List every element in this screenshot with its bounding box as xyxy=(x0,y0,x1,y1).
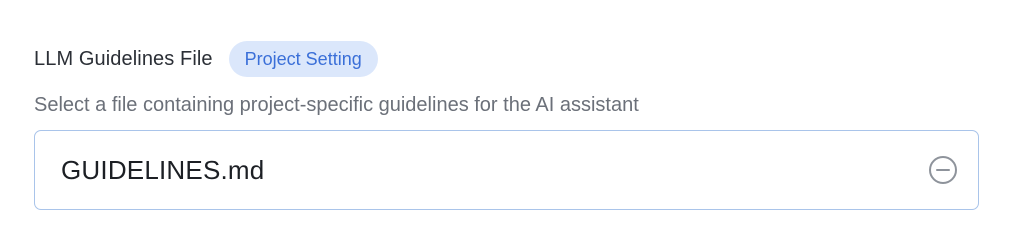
project-setting-badge: Project Setting xyxy=(228,41,378,77)
minus-circle-icon xyxy=(929,156,957,184)
setting-description: Select a file containing project-specifi… xyxy=(34,94,639,116)
setting-label: LLM Guidelines File xyxy=(34,47,213,70)
guidelines-file-field[interactable]: GUIDELINES.md xyxy=(34,130,979,210)
selected-file-name: GUIDELINES.md xyxy=(61,154,265,185)
setting-header: LLM Guidelines File Project Setting xyxy=(34,40,979,78)
clear-file-button[interactable] xyxy=(926,153,960,187)
llm-guidelines-setting: LLM Guidelines File Project Setting Sele… xyxy=(34,40,979,210)
